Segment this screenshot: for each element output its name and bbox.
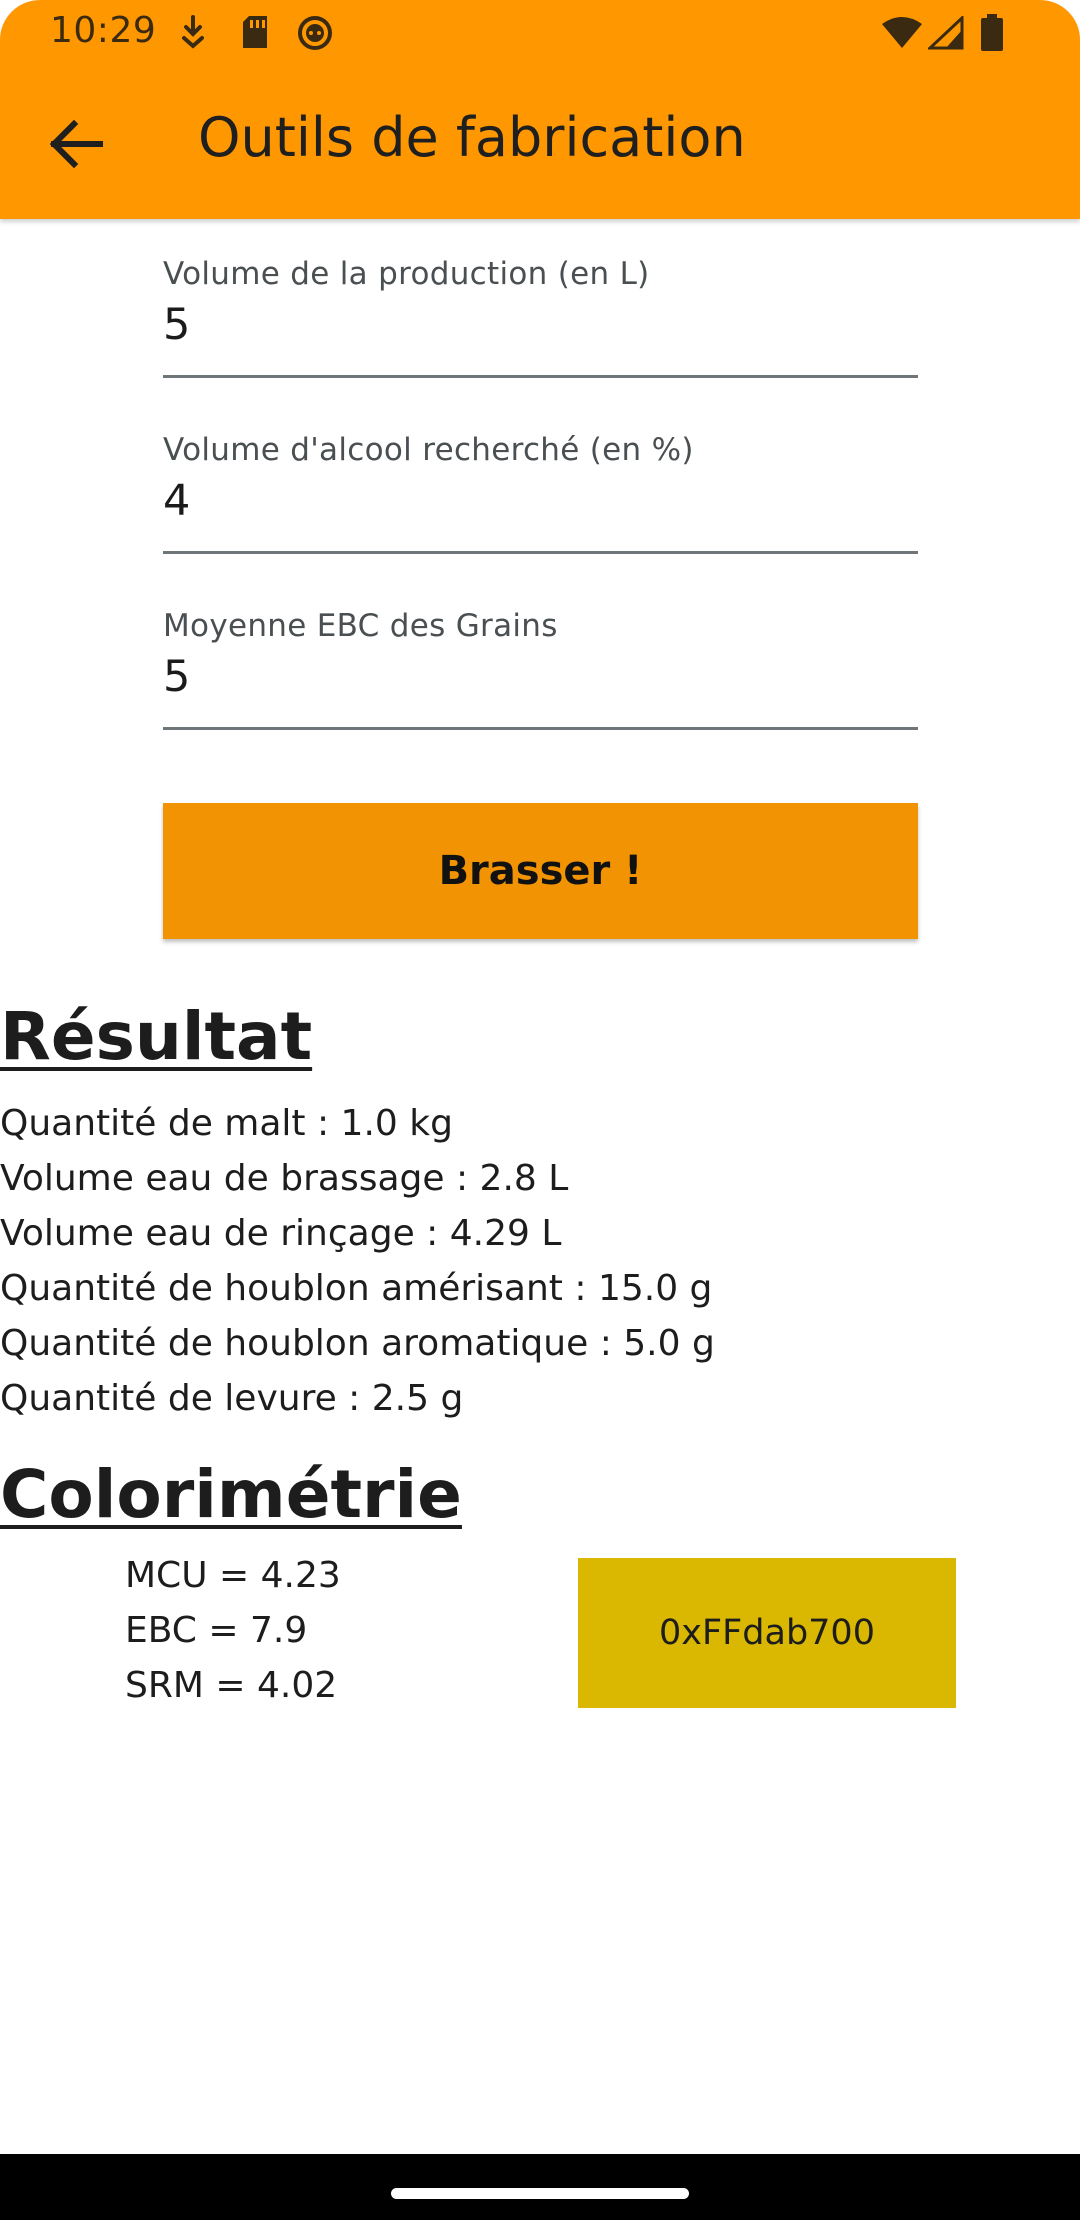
field-underline bbox=[163, 727, 918, 730]
field-label: Volume de la production (en L) bbox=[163, 256, 650, 292]
result-list: Quantité de malt : 1.0 kg Volume eau de … bbox=[0, 1096, 715, 1426]
brew-button[interactable]: Brasser ! bbox=[163, 803, 918, 939]
result-heading: Résultat bbox=[0, 998, 313, 1075]
grain-ebc-field[interactable]: Moyenne EBC des Grains 5 bbox=[163, 608, 918, 730]
colorimetry-values: MCU = 4.23 EBC = 7.9 SRM = 4.02 bbox=[125, 1548, 341, 1713]
result-aroma-hops: Quantité de houblon aromatique : 5.0 g bbox=[0, 1323, 715, 1364]
field-underline bbox=[163, 375, 918, 378]
status-time: 10:29 bbox=[50, 10, 157, 51]
arrow-back-icon bbox=[36, 104, 116, 184]
grain-ebc-input[interactable]: 5 bbox=[163, 652, 190, 702]
mcu-value: MCU = 4.23 bbox=[125, 1555, 341, 1596]
beer-color-swatch: 0xFFdab700 bbox=[578, 1558, 956, 1708]
wifi-icon bbox=[880, 16, 924, 50]
result-mash-water-volume: Volume eau de brassage : 2.8 L bbox=[0, 1158, 569, 1199]
ebc-value: EBC = 7.9 bbox=[125, 1610, 308, 1651]
field-underline bbox=[163, 551, 918, 554]
page-title: Outils de fabrication bbox=[198, 106, 746, 169]
production-volume-input[interactable]: 5 bbox=[163, 300, 190, 350]
system-nav-bar bbox=[0, 2154, 1080, 2220]
field-label: Volume d'alcool recherché (en %) bbox=[163, 432, 694, 468]
back-button[interactable] bbox=[36, 104, 116, 184]
result-malt-quantity: Quantité de malt : 1.0 kg bbox=[0, 1103, 453, 1144]
home-gesture-handle[interactable] bbox=[391, 2188, 689, 2199]
alcohol-volume-input[interactable]: 4 bbox=[163, 476, 190, 526]
srm-value: SRM = 4.02 bbox=[125, 1665, 338, 1706]
download-icon bbox=[178, 14, 208, 50]
field-label: Moyenne EBC des Grains bbox=[163, 608, 558, 644]
result-yeast-quantity: Quantité de levure : 2.5 g bbox=[0, 1378, 464, 1419]
signal-icon bbox=[928, 16, 964, 50]
sd-card-icon bbox=[240, 14, 270, 50]
android-face-icon bbox=[296, 14, 334, 50]
alcohol-volume-field[interactable]: Volume d'alcool recherché (en %) 4 bbox=[163, 432, 918, 554]
battery-icon bbox=[980, 14, 1004, 52]
production-volume-field[interactable]: Volume de la production (en L) 5 bbox=[163, 256, 918, 378]
result-bittering-hops: Quantité de houblon amérisant : 15.0 g bbox=[0, 1268, 713, 1309]
status-bar: 10:29 bbox=[0, 0, 1080, 66]
app-bar: 10:29 Outils de fabrication bbox=[0, 0, 1080, 219]
colorimetry-heading: Colorimétrie bbox=[0, 1456, 462, 1533]
swatch-hex-label: 0xFFdab700 bbox=[659, 1613, 875, 1653]
result-sparge-water-volume: Volume eau de rinçage : 4.29 L bbox=[0, 1213, 562, 1254]
